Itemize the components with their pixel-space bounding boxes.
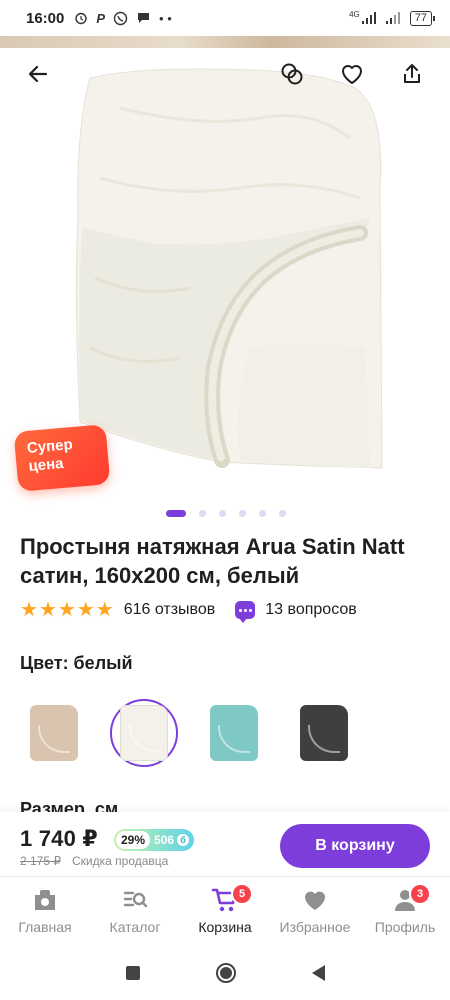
compare-button[interactable] (274, 56, 310, 92)
gallery-dot[interactable] (166, 510, 186, 517)
nav-item-profile[interactable]: 3 Профиль (360, 877, 450, 946)
price: 1 740 ₽ (20, 826, 98, 851)
p-app-icon: P (96, 10, 106, 26)
alarm-icon (75, 12, 88, 25)
nav-label-catalog: Каталог (109, 919, 161, 935)
bottom-navigation: Главная Каталог 5 Корзина Избранное 3 Пр… (0, 876, 450, 946)
profile-count-badge: 3 (409, 883, 431, 905)
rating-row: ★ ★ ★ ★ ★ 616 отзывов 13 вопросов (20, 600, 435, 623)
system-navigation (0, 946, 450, 1000)
status-bar: 16:00 P • • 4G 77 (0, 0, 450, 36)
nav-item-catalog[interactable]: Каталог (90, 877, 180, 946)
back-system-button[interactable] (311, 965, 325, 981)
seller-discount-label: Скидка продавца (72, 854, 169, 868)
status-right-icons: 4G 77 (349, 9, 436, 26)
nav-label-cart: Корзина (198, 919, 252, 935)
star-icon: ★ (38, 599, 57, 621)
status-time: 16:00 (26, 9, 65, 27)
product-title: Простыня натяжная Arua Satin Natt сатин,… (20, 534, 405, 588)
battery-indicator: 77 (409, 10, 436, 26)
questions-icon (235, 601, 256, 623)
bonus-coin-icon: б (177, 834, 190, 846)
top-actions-bar (0, 56, 450, 96)
gallery-dot[interactable] (239, 510, 246, 517)
color-label: Цвет: белый (20, 653, 133, 673)
gallery-dot[interactable] (279, 510, 286, 517)
gallery-pagination (0, 510, 450, 517)
heart-outline-icon (342, 65, 362, 84)
gallery-dot[interactable] (219, 510, 226, 517)
color-swatch-graphite[interactable] (290, 699, 358, 767)
reviews-link[interactable]: 616 отзывов (124, 601, 216, 619)
status-notification-icons: P • • (74, 10, 172, 26)
super-price-badge: Супер цена (13, 424, 111, 492)
share-button[interactable] (394, 56, 430, 92)
catalog-icon (123, 891, 148, 908)
back-button[interactable] (20, 56, 56, 92)
sheet-thumbnail (300, 705, 348, 761)
signal-icon (361, 12, 376, 24)
recents-button[interactable] (125, 966, 140, 980)
nav-label-home: Главная (18, 919, 72, 935)
chat-app-icon (138, 13, 150, 23)
color-swatch-beige[interactable] (20, 699, 88, 767)
banner-strip (0, 36, 450, 48)
nav-label-favorites: Избранное (279, 919, 351, 935)
more-icon: • • (159, 10, 172, 26)
color-swatch-white[interactable] (110, 699, 178, 767)
star-icon: ★ (95, 599, 114, 621)
phone-app-icon (113, 11, 128, 25)
network-type: 4G (349, 9, 360, 19)
old-price: 2 175 ₽ (20, 854, 61, 868)
nav-item-home[interactable]: Главная (0, 877, 90, 946)
signal-icon (385, 12, 400, 24)
share-icon (404, 64, 420, 83)
rating-stars[interactable]: ★ ★ ★ ★ ★ (20, 600, 114, 620)
star-icon: ★ (20, 599, 38, 621)
star-icon: ★ (76, 599, 95, 621)
add-to-cart-button[interactable]: В корзину (280, 824, 430, 868)
compare-icon (281, 63, 303, 85)
heart-icon (305, 891, 325, 910)
buy-bar: 1 740 ₽ 29% 506 б 2 175 ₽ Скидка продавц… (0, 812, 450, 876)
bonus-points: 506 б (150, 833, 192, 847)
color-swatch-teal[interactable] (200, 699, 268, 767)
sheet-thumbnail (30, 705, 78, 761)
favorite-button[interactable] (334, 56, 370, 92)
nav-label-profile: Профиль (374, 919, 436, 935)
sheet-thumbnail (210, 705, 258, 761)
star-icon: ★ (57, 599, 76, 621)
nav-item-cart[interactable]: 5 Корзина (180, 877, 270, 946)
home-icon (35, 890, 55, 910)
nav-item-favorites[interactable]: Избранное (270, 877, 360, 946)
gallery-dot[interactable] (259, 510, 266, 517)
home-system-button[interactable] (215, 963, 236, 983)
discount-bonus-pill: 29% 506 б (114, 829, 195, 851)
bonus-value: 506 (154, 833, 175, 847)
cart-count-badge: 5 (231, 883, 253, 905)
questions-link[interactable]: 13 вопросов (265, 601, 357, 619)
arrow-left-icon (28, 65, 48, 83)
color-options (20, 699, 358, 767)
discount-percent: 29% (116, 831, 151, 849)
gallery-dot[interactable] (199, 510, 206, 517)
sheet-thumbnail (120, 705, 168, 761)
